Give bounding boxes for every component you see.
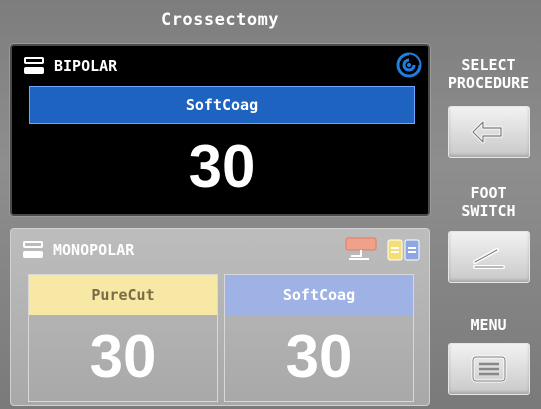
purecut-channel[interactable]: PureCut 30: [28, 274, 218, 402]
bipolar-panel[interactable]: BIPOLAR SoftCoag 30: [10, 44, 430, 216]
softcoag-mode[interactable]: SoftCoag: [225, 275, 413, 315]
generator-screen: Crossectomy BIPOLAR SoftCoag 30 MONOPOLA…: [0, 0, 541, 409]
bipolar-module-icon: [24, 57, 44, 75]
enter-arrow-icon: [471, 120, 503, 144]
swirl-icon: [396, 52, 422, 78]
pedal-icon: [473, 248, 505, 269]
pedal-mode-icon: [387, 239, 420, 261]
softcoag-channel[interactable]: SoftCoag 30: [224, 274, 414, 402]
bipolar-mode[interactable]: SoftCoag: [29, 86, 415, 124]
foot-switch-button[interactable]: [448, 231, 530, 283]
purecut-power-value[interactable]: 30: [29, 315, 217, 399]
monopolar-label: MONOPOLAR: [53, 241, 135, 259]
purecut-mode[interactable]: PureCut: [29, 275, 217, 315]
monopolar-module-icon: [23, 241, 43, 259]
foot-switch-label: FOOT SWITCH: [461, 184, 516, 220]
bipolar-header: BIPOLAR: [24, 55, 117, 77]
monopolar-panel[interactable]: MONOPOLAR PureCut 30 SoftCoag 30: [10, 228, 430, 406]
select-procedure-button[interactable]: [448, 106, 530, 158]
foot-pedal-icon: [345, 237, 377, 260]
monopolar-status-icons: [345, 237, 421, 263]
softcoag-power-value[interactable]: 30: [225, 315, 413, 399]
bipolar-label: BIPOLAR: [54, 57, 118, 75]
procedure-title: Crossectomy: [160, 10, 280, 30]
list-icon: [471, 355, 507, 383]
menu-button[interactable]: [448, 343, 530, 395]
menu-label: MENU: [470, 316, 507, 334]
select-procedure-label: SELECT PROCEDURE: [447, 56, 530, 92]
monopolar-header: MONOPOLAR: [23, 239, 134, 261]
bipolar-power-value[interactable]: 30: [29, 132, 415, 202]
